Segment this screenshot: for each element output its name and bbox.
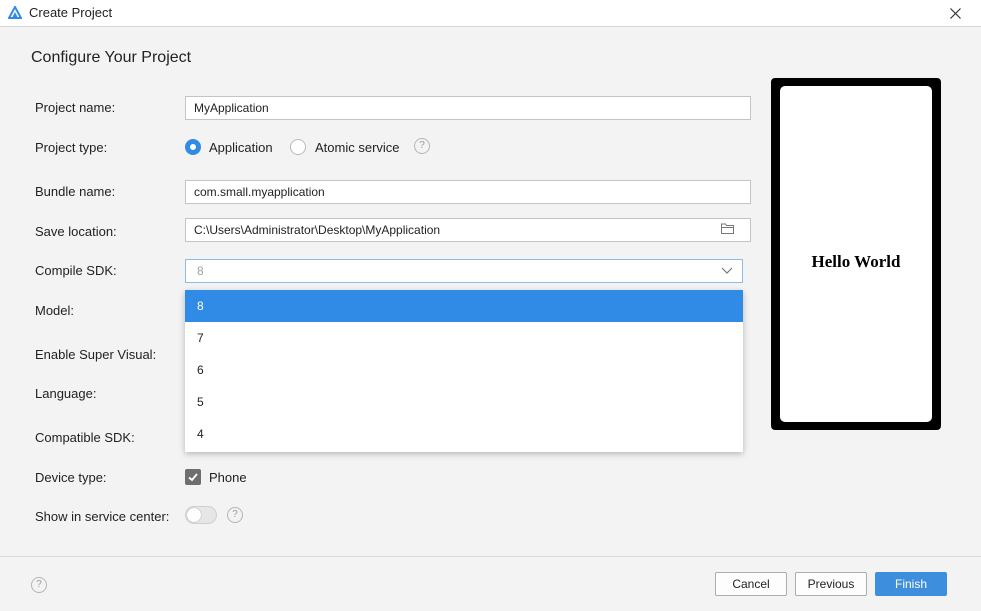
finish-button[interactable]: Finish xyxy=(875,572,947,596)
folder-open-icon[interactable] xyxy=(721,223,734,234)
preview-text: Hello World xyxy=(811,252,901,271)
cancel-button[interactable]: Cancel xyxy=(715,572,787,596)
app-logo-icon xyxy=(8,6,22,19)
previous-button[interactable]: Previous xyxy=(795,572,867,596)
sdk-option-6[interactable]: 6 xyxy=(185,354,743,386)
sdk-option-4[interactable]: 4 xyxy=(185,418,743,450)
page-heading: Configure Your Project xyxy=(31,49,192,66)
project-type-label: Project type: xyxy=(35,140,108,155)
atomic-service-radio[interactable] xyxy=(290,139,306,155)
phone-preview: Hello World xyxy=(771,78,941,430)
toggle-knob xyxy=(187,508,201,522)
service-center-toggle[interactable] xyxy=(185,506,217,524)
project-name-label: Project name: xyxy=(35,100,116,115)
project-type-help-icon[interactable]: ? xyxy=(414,138,430,154)
compile-sdk-value: 8 xyxy=(197,264,204,278)
window-title: Create Project xyxy=(29,5,113,20)
device-type-label: Device type: xyxy=(35,470,107,485)
close-icon xyxy=(949,7,961,19)
model-label: Model: xyxy=(35,303,75,318)
language-label: Language: xyxy=(35,386,97,401)
show-in-service-center-label: Show in service center: xyxy=(35,509,170,524)
title-bar: Create Project xyxy=(0,0,981,27)
footer-divider xyxy=(0,556,981,557)
bundle-name-input[interactable] xyxy=(185,180,751,204)
save-location-label: Save location: xyxy=(35,224,117,239)
project-name-input[interactable] xyxy=(185,96,751,120)
compile-sdk-label: Compile SDK: xyxy=(35,263,117,278)
bundle-name-label: Bundle name: xyxy=(35,184,116,199)
phone-checkbox[interactable] xyxy=(185,469,201,485)
sdk-option-5[interactable]: 5 xyxy=(185,386,743,418)
atomic-service-radio-label[interactable]: Atomic service xyxy=(315,140,400,155)
close-button[interactable] xyxy=(940,0,970,26)
sdk-option-8[interactable]: 8 xyxy=(185,290,743,322)
sdk-option-7[interactable]: 7 xyxy=(185,322,743,354)
application-radio-label[interactable]: Application xyxy=(209,140,273,155)
footer-help-icon[interactable]: ? xyxy=(31,577,47,593)
enable-super-visual-label: Enable Super Visual: xyxy=(35,347,157,362)
chevron-down-icon xyxy=(721,267,733,274)
service-center-help-icon[interactable]: ? xyxy=(227,507,243,523)
application-radio[interactable] xyxy=(185,139,201,155)
phone-screen: Hello World xyxy=(780,86,932,422)
save-location-input[interactable] xyxy=(185,218,751,242)
checkmark-icon xyxy=(188,473,198,482)
compatible-sdk-label: Compatible SDK: xyxy=(35,430,135,445)
compile-sdk-dropdown: 8 7 6 5 4 xyxy=(185,290,743,452)
phone-checkbox-label[interactable]: Phone xyxy=(209,470,247,485)
compile-sdk-select[interactable]: 8 xyxy=(185,259,743,283)
